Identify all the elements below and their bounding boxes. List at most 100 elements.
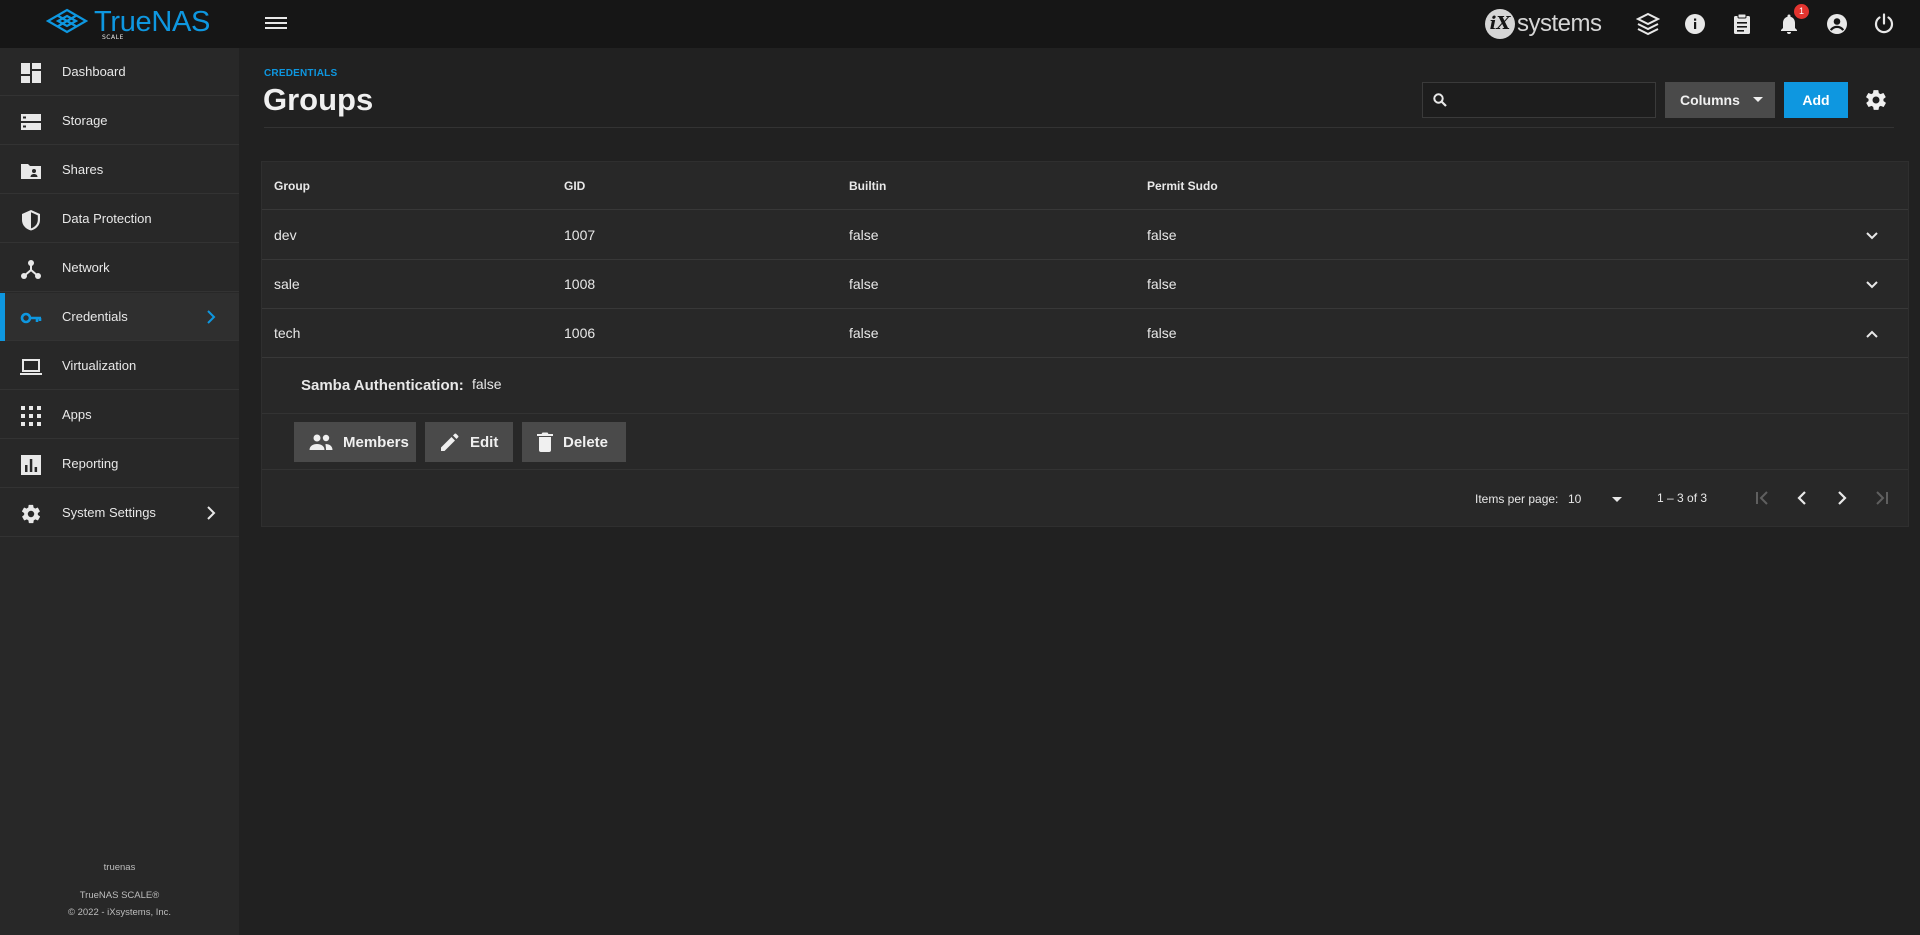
- apps-grid-icon: [21, 406, 41, 426]
- page-size-value: 10: [1568, 492, 1582, 506]
- groups-table-card: Group GID Builtin Permit Sudo dev 1007 f…: [261, 161, 1909, 527]
- page-size-select[interactable]: 10: [1566, 484, 1626, 512]
- items-per-page-label: Items per page:: [1475, 492, 1559, 506]
- cell-permit-sudo: false: [1147, 276, 1177, 292]
- cell-builtin: false: [849, 276, 879, 292]
- cell-group: dev: [274, 227, 297, 243]
- chart-icon: [21, 455, 41, 475]
- sidebar-item-network[interactable]: Network: [0, 244, 239, 292]
- columns-button-label: Columns: [1680, 92, 1740, 108]
- cell-gid: 1006: [564, 325, 596, 341]
- samba-auth-value: false: [472, 376, 502, 392]
- product-label: TrueNAS SCALE®: [79, 890, 160, 901]
- search-input[interactable]: [1455, 89, 1650, 111]
- table-header: Group GID Builtin Permit Sudo: [262, 162, 1908, 210]
- page-range-label: 1 – 3 of 3: [1657, 491, 1708, 505]
- ixsystems-logo: iX systems: [1485, 9, 1602, 39]
- sidebar-item-dashboard[interactable]: Dashboard: [0, 48, 239, 96]
- hostname-label: truenas: [103, 862, 136, 873]
- edit-button-label: Edit: [470, 433, 499, 451]
- gear-icon: [21, 504, 41, 524]
- columns-button[interactable]: Columns: [1665, 82, 1775, 118]
- sidebar-item-label: Storage: [62, 113, 108, 128]
- search-field[interactable]: [1422, 82, 1656, 118]
- last-page-icon[interactable]: [1870, 486, 1894, 510]
- previous-page-icon[interactable]: [1790, 486, 1814, 510]
- caret-down-icon: [1612, 497, 1622, 502]
- column-header-builtin[interactable]: Builtin: [849, 179, 886, 193]
- chevron-right-icon: [207, 310, 216, 324]
- laptop-icon: [20, 359, 42, 375]
- table-row[interactable]: sale 1008 false false: [262, 260, 1908, 309]
- sidebar-item-system-settings[interactable]: System Settings: [0, 489, 239, 537]
- sidebar-item-virtualization[interactable]: Virtualization: [0, 342, 239, 390]
- top-bar: TrueNAS SCALE iX systems 1: [0, 0, 1920, 48]
- gear-icon[interactable]: [1864, 88, 1888, 112]
- menu-icon[interactable]: [265, 14, 287, 34]
- sidebar-item-data-protection[interactable]: Data Protection: [0, 195, 239, 243]
- cell-gid: 1007: [564, 227, 596, 243]
- first-page-icon[interactable]: [1750, 486, 1774, 510]
- column-header-gid[interactable]: GID: [564, 179, 585, 193]
- column-header-permit-sudo[interactable]: Permit Sudo: [1147, 179, 1218, 193]
- row-actions: Members Edit Delete: [262, 414, 1908, 470]
- add-button[interactable]: Add: [1784, 82, 1848, 118]
- next-page-icon[interactable]: [1830, 486, 1854, 510]
- samba-auth-label: Samba Authentication:: [301, 377, 464, 394]
- account-icon[interactable]: [1825, 12, 1849, 36]
- paginator: Items per page: 10 1 – 3 of 3: [262, 470, 1908, 526]
- key-icon: [20, 312, 42, 324]
- logo-text: TrueNAS: [94, 6, 211, 38]
- chevron-right-icon: [207, 506, 216, 520]
- sidebar-item-credentials[interactable]: Credentials: [0, 293, 239, 341]
- cell-group: tech: [274, 325, 301, 341]
- shield-icon: [22, 210, 40, 231]
- truenas-logo[interactable]: TrueNAS SCALE: [46, 6, 211, 41]
- chevron-up-icon[interactable]: [1865, 327, 1879, 341]
- table-row-expanded[interactable]: tech 1006 false false: [262, 309, 1908, 358]
- members-button[interactable]: Members: [294, 422, 416, 462]
- sidebar-item-reporting[interactable]: Reporting: [0, 440, 239, 488]
- column-header-group[interactable]: Group: [274, 179, 310, 193]
- cell-group: sale: [274, 276, 300, 292]
- chevron-down-icon[interactable]: [1865, 278, 1879, 292]
- table-row[interactable]: dev 1007 false false: [262, 211, 1908, 260]
- sidebar-item-label: Shares: [62, 162, 104, 177]
- chevron-down-icon[interactable]: [1865, 229, 1879, 243]
- edit-button[interactable]: Edit: [425, 422, 513, 462]
- copyright-label[interactable]: © 2022 - iXsystems, Inc.: [0, 907, 239, 918]
- dashboard-icon: [21, 63, 41, 83]
- power-icon[interactable]: [1872, 12, 1896, 36]
- sidebar-item-label: Dashboard: [62, 64, 126, 79]
- expanded-row-details: Samba Authentication: false: [262, 358, 1908, 414]
- cell-builtin: false: [849, 325, 879, 341]
- sidebar-item-label: Data Protection: [62, 211, 152, 226]
- sidebar-item-label: Network: [62, 260, 110, 275]
- members-button-label: Members: [343, 433, 409, 451]
- sidebar-item-label: Virtualization: [62, 358, 137, 373]
- cell-permit-sudo: false: [1147, 325, 1177, 341]
- sidebar-item-label: System Settings: [62, 505, 156, 520]
- truenas-logo-icon: [46, 8, 88, 34]
- ix-logo-text: systems: [1517, 10, 1602, 37]
- network-icon: [21, 260, 41, 279]
- sidebar-item-storage[interactable]: Storage: [0, 97, 239, 145]
- sidebar-item-shares[interactable]: Shares: [0, 146, 239, 194]
- page-title: Groups: [263, 82, 374, 117]
- delete-button[interactable]: Delete: [522, 422, 626, 462]
- storage-icon: [21, 114, 41, 130]
- sidebar-item-apps[interactable]: Apps: [0, 391, 239, 439]
- delete-button-label: Delete: [563, 433, 609, 451]
- jobs-clipboard-icon[interactable]: [1730, 12, 1754, 36]
- shares-folder-icon: [21, 164, 41, 179]
- info-icon[interactable]: [1683, 12, 1707, 36]
- search-icon: [1433, 93, 1447, 107]
- header-divider: [264, 127, 1894, 128]
- notification-count-badge: 1: [1794, 4, 1809, 19]
- sidebar-item-label: Credentials: [62, 309, 128, 324]
- truecommand-icon[interactable]: [1636, 12, 1660, 36]
- breadcrumb[interactable]: CREDENTIALS: [264, 68, 337, 79]
- cell-gid: 1008: [564, 276, 596, 292]
- ix-logo-mark: iX: [1485, 9, 1515, 39]
- people-icon: [309, 434, 333, 450]
